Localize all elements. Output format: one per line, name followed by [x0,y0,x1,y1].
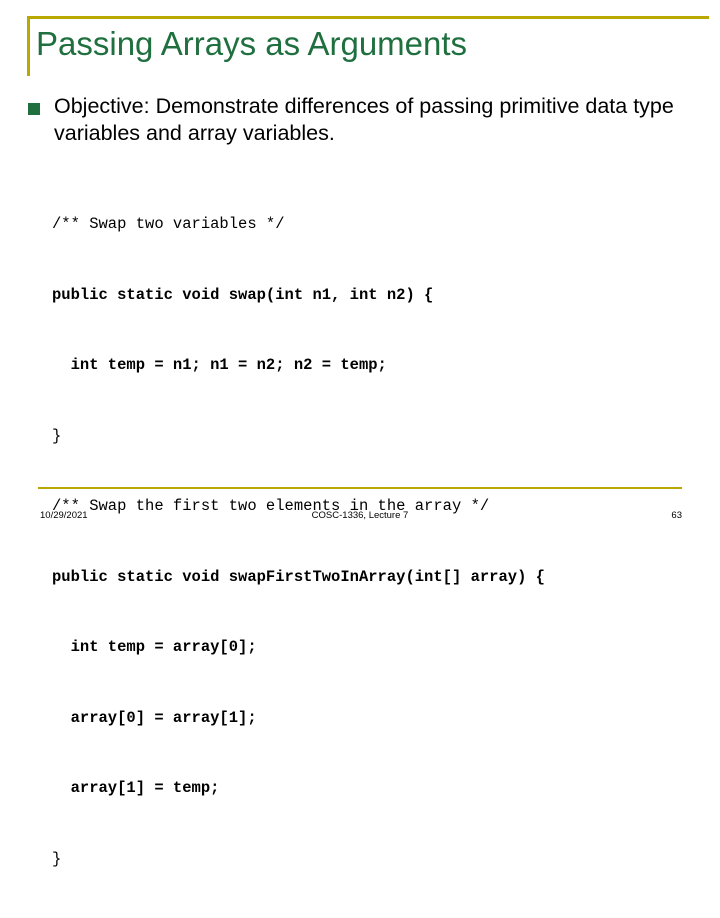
code-line: int temp = n1; n1 = n2; n2 = temp; [52,356,387,374]
code-line: int temp = array[0]; [52,638,257,656]
slide-canvas: Passing Arrays as Arguments Objective: D… [0,0,720,868]
page-title: Passing Arrays as Arguments [36,25,468,62]
objective-text: Objective: Demonstrate differences of pa… [54,94,674,145]
footer-rule [38,487,682,489]
code-line: } [52,849,62,868]
objective-bullet-row: Objective: Demonstrate differences of pa… [28,93,712,147]
code-line: } [52,426,62,445]
code-line: public static void swapFirstTwoInArray(i… [52,567,545,586]
square-bullet-icon [28,103,40,115]
footer-course-label: COSC-1336, Lecture 7 [311,510,409,521]
slide-footer: 10/29/2021 COSC-1336, Lecture 7 63 [0,510,720,526]
footer-page-number: 63 [671,510,682,521]
code-line: /** Swap two variables */ [52,215,285,233]
code-block: /** Swap two variables */ public static … [52,166,712,918]
code-line: array[0] = array[1]; [52,708,257,727]
decorative-left-rule [27,16,30,76]
code-line: public static void swap(int n1, int n2) … [52,285,434,304]
decorative-top-rule [27,16,709,19]
code-line: array[1] = temp; [52,779,220,797]
